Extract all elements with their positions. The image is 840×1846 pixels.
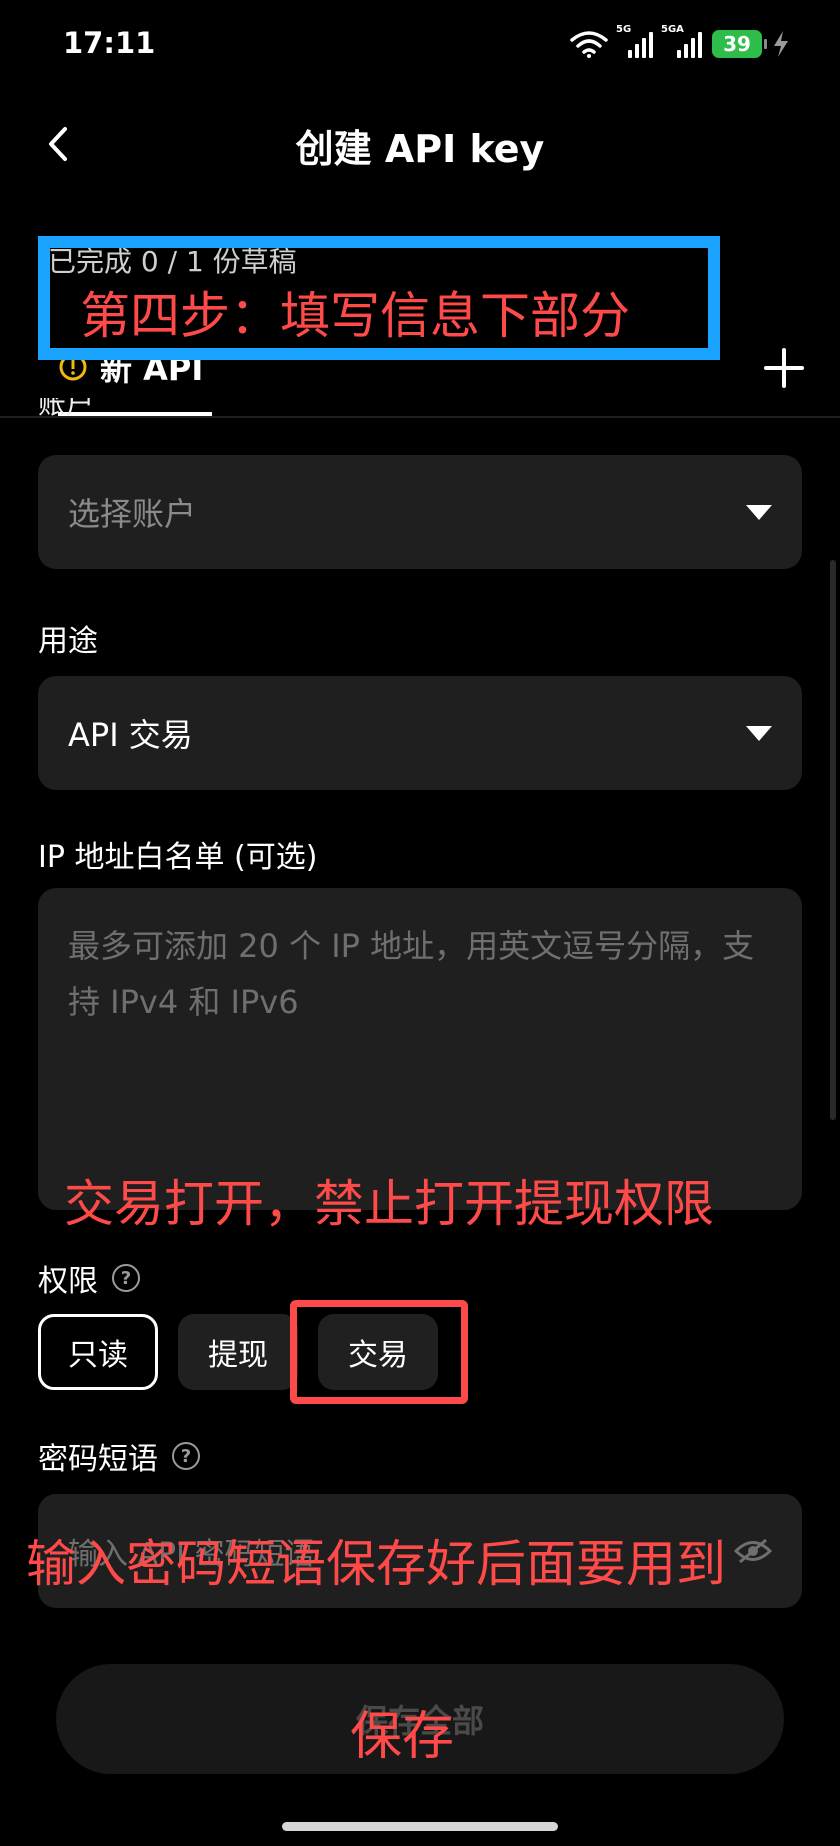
eye-off-icon[interactable] (734, 1538, 772, 1564)
purpose-label: 用途 (38, 624, 98, 659)
annotation-step: 第四步：填写信息下部分 (80, 287, 630, 345)
permissions-label: 权限 (38, 1264, 98, 1299)
purpose-select[interactable]: API 交易 (38, 676, 802, 790)
dropdown-arrow-icon (746, 504, 772, 520)
account-placeholder: 选择账户 (68, 495, 197, 533)
ip-whitelist-placeholder: 最多可添加 20 个 IP 地址，用英文逗号分隔，支持 IPv4 和 IPv6 (68, 927, 755, 1021)
signal-5ga-icon: 5GA (661, 24, 702, 58)
permissions-label-row: 权限 ? (38, 1256, 140, 1300)
ip-whitelist-label: IP 地址白名单 (可选) (38, 840, 318, 875)
annotation-save: 保存 (350, 1707, 455, 1767)
passphrase-label-row: 密码短语 ? (38, 1434, 200, 1478)
wifi-icon (570, 31, 608, 58)
purpose-value: API 交易 (68, 716, 193, 754)
battery-icon: 39 (712, 30, 767, 58)
annotation-passphrase-note: 输入密码短语保存好后面要用到 (26, 1535, 726, 1593)
permission-read-only[interactable]: 只读 (38, 1314, 158, 1390)
permission-read-only-label: 只读 (68, 1338, 128, 1373)
status-time: 17:11 (63, 26, 156, 60)
help-icon[interactable]: ? (112, 1264, 140, 1292)
account-label: 账户 (38, 398, 95, 420)
plus-icon (764, 348, 804, 388)
status-icons: 5G 5GA 39 (570, 24, 790, 58)
passphrase-label: 密码短语 (38, 1442, 158, 1477)
annotation-box-trade (290, 1300, 468, 1404)
annotation-permission-note: 交易打开，禁止打开提现权限 (64, 1175, 714, 1233)
charging-icon (774, 31, 788, 57)
permission-withdraw[interactable]: 提现 (178, 1314, 298, 1390)
ip-whitelist-input[interactable]: 最多可添加 20 个 IP 地址，用英文逗号分隔，支持 IPv4 和 IPv6 (38, 888, 802, 1210)
account-select[interactable]: 选择账户 (38, 455, 802, 569)
home-indicator (282, 1822, 558, 1831)
scrollbar[interactable] (830, 560, 836, 1120)
add-draft-button[interactable] (760, 344, 808, 392)
permission-withdraw-label: 提现 (208, 1338, 268, 1373)
signal-5g-icon: 5G (616, 24, 653, 58)
dropdown-arrow-icon (746, 725, 772, 741)
signal2-label: 5GA (661, 24, 684, 35)
signal1-label: 5G (616, 24, 632, 35)
help-icon[interactable]: ? (172, 1442, 200, 1470)
page-title: 创建 API key (295, 127, 545, 171)
divider (0, 416, 840, 418)
